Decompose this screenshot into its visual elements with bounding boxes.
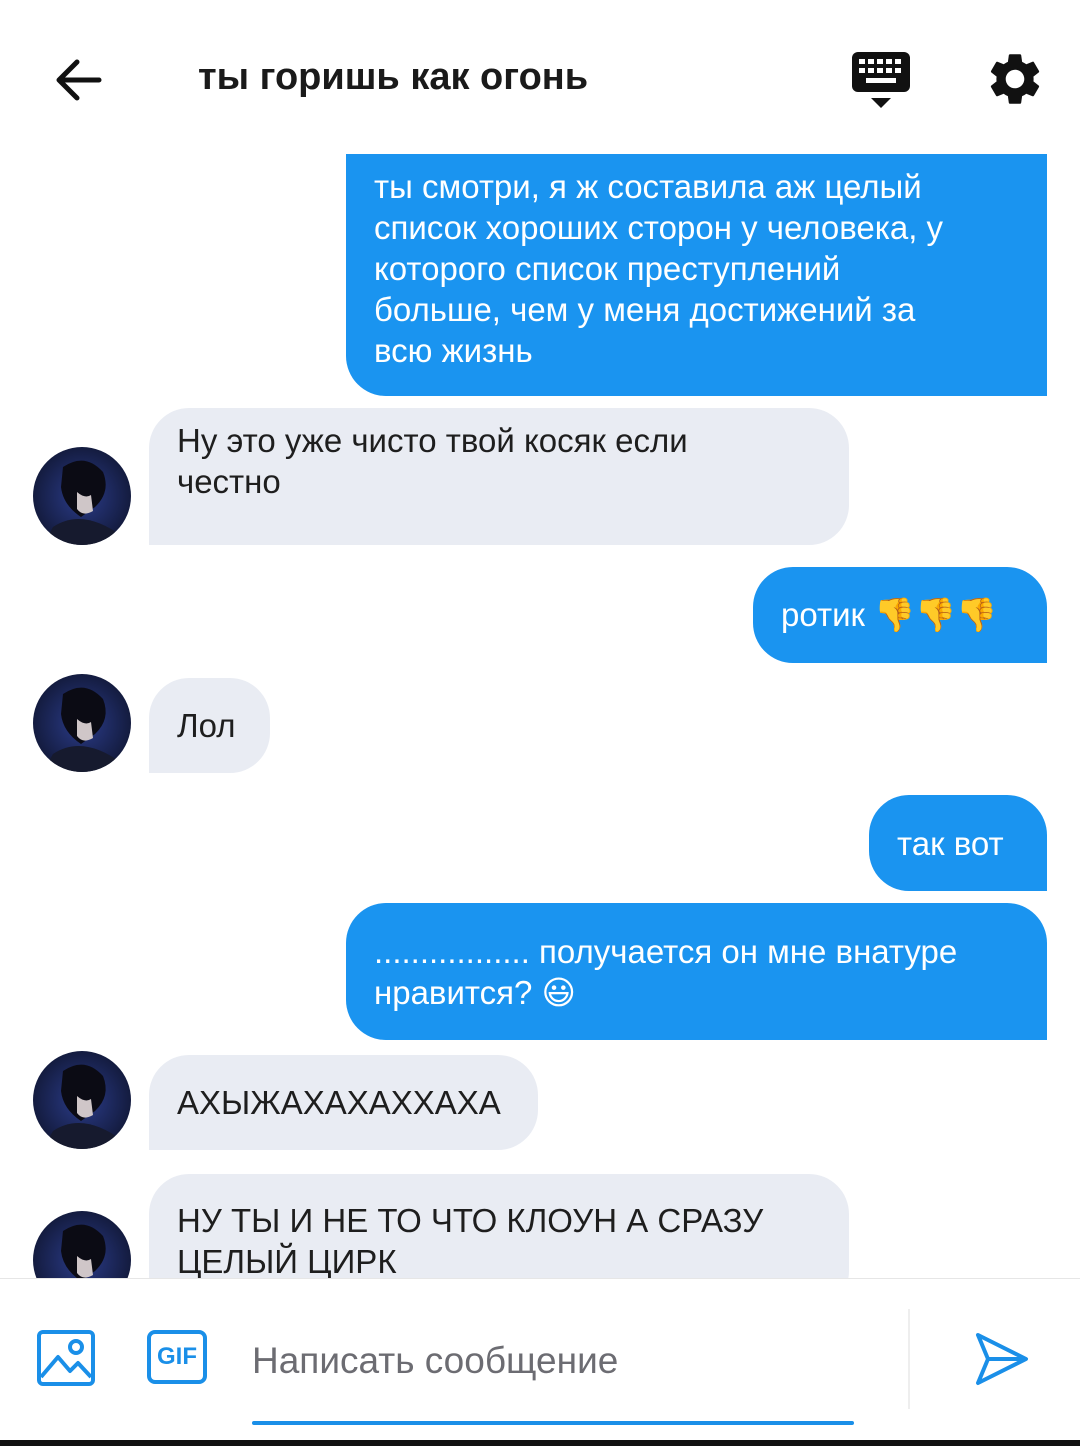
avatar-image — [33, 1211, 131, 1278]
message-bubble-incoming[interactable]: НУ ТЫ И НЕ ТО ЧТО КЛОУН А СРАЗУ ЦЕЛЫЙ ЦИ… — [149, 1174, 849, 1278]
send-button[interactable] — [972, 1329, 1032, 1389]
divider — [908, 1309, 910, 1409]
avatar-image — [33, 674, 131, 772]
message-bubble-outgoing[interactable]: ................. получается он мне внат… — [346, 903, 1047, 1040]
back-button[interactable] — [48, 50, 108, 110]
message-composer: GIF — [0, 1278, 1080, 1440]
gif-button[interactable]: GIF — [146, 1329, 208, 1385]
message-bubble-outgoing[interactable]: так вот — [869, 795, 1047, 891]
input-underline — [252, 1421, 854, 1425]
chat-title: ты горишь как огонь — [198, 56, 589, 98]
keyboard-toggle-button[interactable] — [850, 50, 914, 112]
gif-label: GIF — [157, 1343, 197, 1370]
avatar-image — [33, 1051, 131, 1149]
avatar[interactable] — [33, 1211, 131, 1278]
keyboard-hide-icon — [852, 52, 910, 108]
settings-button[interactable] — [984, 48, 1046, 110]
avatar-image — [33, 447, 131, 545]
message-bubble-incoming[interactable]: АХЫЖАХАХАХХАХА — [149, 1055, 538, 1150]
avatar[interactable] — [33, 1051, 131, 1149]
message-bubble-incoming[interactable]: Ну это уже чисто твой косяк если честно — [149, 408, 849, 545]
system-nav-bar — [0, 1440, 1080, 1446]
message-bubble-outgoing[interactable]: ротик 👎👎👎 — [753, 567, 1047, 663]
image-icon — [37, 1330, 95, 1386]
message-bubble-outgoing[interactable]: ты смотри, я ж составила аж целый список… — [346, 154, 1047, 396]
chat-header: ты горишь как огонь — [0, 0, 1080, 150]
avatar[interactable] — [33, 447, 131, 545]
attach-image-button[interactable] — [36, 1329, 96, 1387]
send-icon — [976, 1333, 1028, 1385]
message-input[interactable] — [252, 1331, 854, 1391]
avatar[interactable] — [33, 674, 131, 772]
message-list[interactable]: ты смотри, я ж составила аж целый список… — [0, 150, 1080, 1278]
message-bubble-incoming[interactable]: Лол — [149, 678, 270, 773]
gear-icon — [990, 54, 1040, 104]
arrow-left-icon — [56, 59, 102, 101]
